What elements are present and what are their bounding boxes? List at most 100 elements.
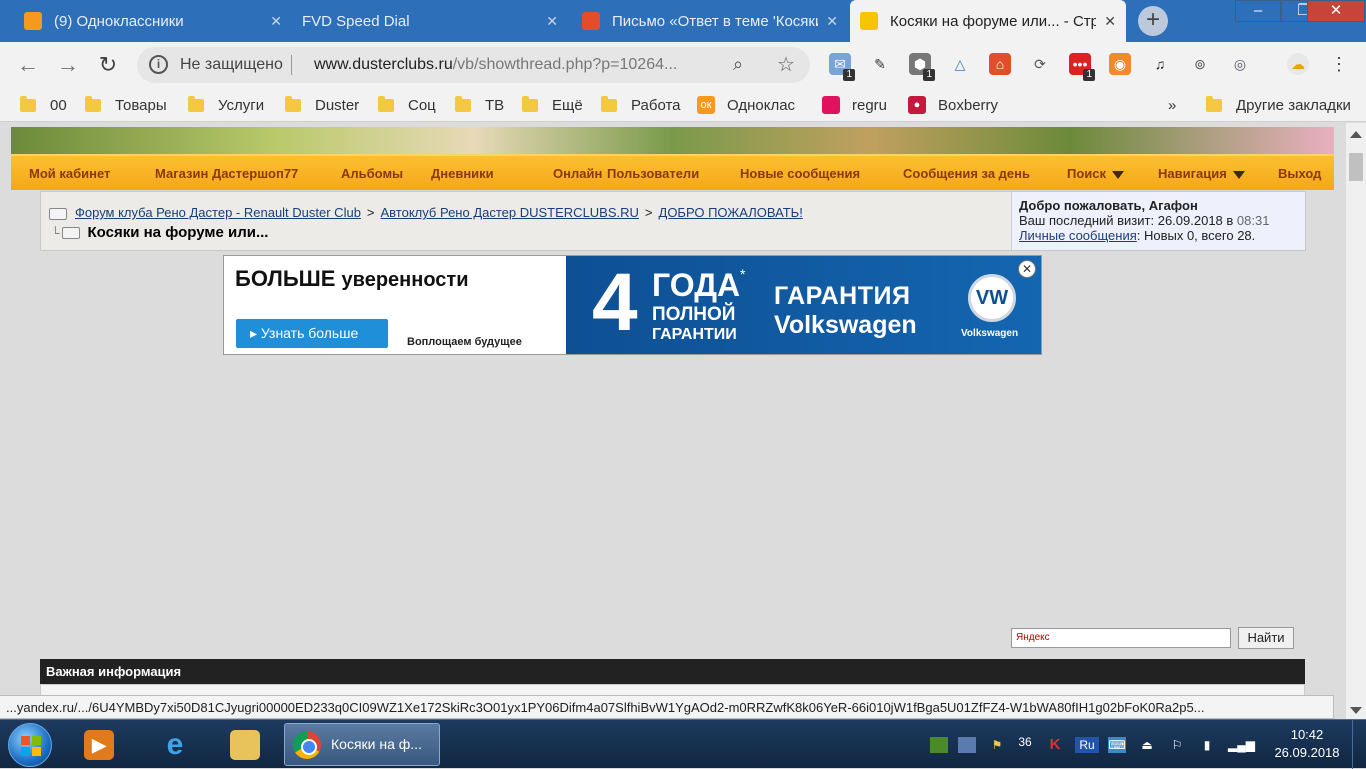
star-icon[interactable]: ☆ — [777, 52, 795, 77]
forum-header-banner — [11, 127, 1334, 157]
usb-icon[interactable]: ⏏ — [1138, 737, 1156, 753]
nav-logout[interactable]: Выход — [1278, 166, 1321, 181]
other-bookmarks[interactable]: Другие закладки — [1206, 95, 1351, 115]
folder-icon — [20, 95, 36, 112]
shield-extension-icon[interactable]: ⬢ 1 — [909, 53, 935, 81]
tab-odnoklassniki[interactable]: (9) Одноклассники ✕ — [14, 0, 292, 42]
keyboard-icon[interactable]: ⌨ — [1108, 737, 1126, 753]
taskbar-media-player[interactable]: ▶ — [72, 724, 128, 765]
nav-my-cabinet[interactable]: Мой кабинет — [29, 166, 110, 181]
yandex-search-button[interactable]: Найти — [1238, 627, 1294, 649]
address-bar[interactable]: i Не защищено www.dusterclubs.ru/vb/show… — [137, 47, 810, 83]
close-icon[interactable]: ✕ — [1104, 13, 1116, 30]
yandex-search-input[interactable]: Яндекс — [1011, 628, 1231, 648]
rss-extension-icon[interactable]: ◉ — [1109, 53, 1131, 75]
info-icon[interactable]: i — [149, 55, 168, 74]
private-messages-link[interactable]: Личные сообщения — [1019, 228, 1137, 243]
breadcrumb-link-autoclub[interactable]: Автоклуб Рено Дастер DUSTERCLUBS.RU — [381, 205, 639, 220]
show-desktop-button[interactable] — [1352, 720, 1366, 769]
new-tab-button[interactable]: + — [1138, 6, 1168, 36]
bookmark-folder-soc[interactable]: Соц — [378, 95, 436, 115]
dots-extension-icon[interactable]: ••• 1 — [1069, 53, 1095, 81]
nav-online[interactable]: Онлайн — [553, 166, 602, 181]
signal-icon[interactable]: ▂▄▆ — [1228, 737, 1255, 753]
volkswagen-ad-banner[interactable]: БОЛЬШЕ уверенности ▸ Узнать больше Вопло… — [223, 255, 1042, 355]
nav-shop[interactable]: Магазин Дастершоп77 — [155, 166, 298, 181]
language-indicator[interactable]: Ru — [1075, 737, 1099, 753]
sync-extension-icon[interactable]: ⟳ — [1029, 53, 1051, 75]
bookmark-regru[interactable]: regru — [822, 95, 887, 115]
bookmark-folder-uslugi[interactable]: Услуги — [188, 95, 264, 115]
omnibox-separator — [291, 55, 292, 75]
bookmark-label: Duster — [315, 96, 360, 114]
home-extension-icon[interactable]: ⌂ — [989, 53, 1011, 75]
tab-forum-active[interactable]: Косяки на форуме или... - Стр ✕ — [850, 0, 1126, 42]
breadcrumb-link-welcome[interactable]: ДОБРО ПОЖАЛОВАТЬ! — [659, 205, 803, 220]
feather-extension-icon[interactable]: ✎ — [869, 53, 891, 75]
back-button[interactable]: ← — [14, 51, 42, 79]
bookmark-boxberry[interactable]: ● Boxberry — [908, 95, 998, 115]
folder-icon — [49, 207, 67, 220]
breadcrumb-separator: > — [644, 205, 653, 220]
nav-new-posts[interactable]: Новые сообщения — [740, 166, 860, 181]
kaspersky-icon[interactable]: K — [1046, 737, 1064, 753]
mail-extension-icon[interactable]: ✉ 1 — [829, 53, 855, 81]
nav-users[interactable]: Пользователи — [607, 166, 699, 181]
system-clock[interactable]: 10:42 26.09.2018 — [1268, 726, 1346, 762]
profile-avatar[interactable]: ☁ — [1287, 53, 1309, 75]
bookmark-folder-duster[interactable]: Duster — [285, 95, 359, 115]
scroll-down-icon[interactable] — [1350, 707, 1362, 714]
folder-icon — [601, 95, 617, 112]
breadcrumb-link-forum[interactable]: Форум клуба Рено Дастер - Renault Duster… — [75, 205, 361, 220]
tray-counter[interactable]: 36 — [1015, 734, 1035, 750]
close-icon[interactable]: ✕ — [546, 13, 558, 30]
security-label[interactable]: Не защищено — [180, 56, 283, 74]
page-scrollbar[interactable] — [1346, 123, 1366, 719]
nav-navigation[interactable]: Навигация — [1158, 166, 1245, 181]
scroll-up-icon[interactable] — [1350, 131, 1362, 138]
triangle-extension-icon[interactable]: △ — [949, 53, 971, 75]
battery-icon[interactable]: ▮ — [1198, 737, 1216, 753]
taskbar-explorer[interactable] — [218, 724, 274, 765]
breadcrumb: Форум клуба Рено Дастер - Renault Duster… — [49, 205, 803, 220]
url-host: www.dusterclubs.ru — [314, 56, 453, 73]
close-window-button[interactable]: ✕ — [1307, 0, 1365, 22]
eye-extension-icon[interactable]: ◎ — [1229, 53, 1251, 75]
tab-fvd-speed-dial[interactable]: FVD Speed Dial ✕ — [292, 0, 568, 42]
taskbar-internet-explorer[interactable]: e — [148, 724, 204, 765]
nav-albums[interactable]: Альбомы — [341, 166, 403, 181]
close-icon[interactable]: ✕ — [270, 13, 282, 30]
bookmark-folder-tv[interactable]: ТВ — [455, 95, 504, 115]
bookmark-odnoklassniki[interactable]: ок Одноклас — [697, 95, 795, 115]
close-icon[interactable]: ✕ — [1018, 260, 1036, 278]
bookmark-folder-eshche[interactable]: Ещё — [522, 95, 583, 115]
reload-button[interactable]: ↻ — [94, 51, 122, 79]
close-icon[interactable]: ✕ — [826, 13, 838, 30]
url-text[interactable]: www.dusterclubs.ru/vb/showthread.php?p=1… — [314, 56, 677, 74]
menu-icon[interactable]: ⋮ — [1328, 53, 1350, 75]
thread-title-text: Косяки на форуме или... — [87, 224, 269, 241]
bookmark-folder-00[interactable]: 00 — [20, 95, 67, 115]
scroll-thumb[interactable] — [1349, 153, 1363, 181]
nav-search[interactable]: Поиск — [1067, 166, 1125, 181]
bookmark-folder-tovary[interactable]: Товары — [85, 95, 167, 115]
minimize-button[interactable]: – — [1235, 0, 1281, 22]
browser-toolbar: ← → ↻ i Не защищено www.dusterclubs.ru/v… — [0, 42, 1366, 88]
flag-icon[interactable]: ⚐ — [1168, 737, 1186, 753]
network-share-icon[interactable] — [958, 737, 976, 753]
update-icon[interactable]: ⚑ — [988, 737, 1006, 753]
bookmarks-overflow-button[interactable]: » — [1168, 95, 1176, 115]
nvidia-icon[interactable] — [930, 737, 948, 753]
tab-mail[interactable]: Письмо «Ответ в теме 'Косяки ✕ — [572, 0, 848, 42]
nav-navigation-label: Навигация — [1158, 166, 1227, 181]
bookmark-folder-rabota[interactable]: Работа — [601, 95, 681, 115]
taskbar-chrome-active[interactable]: Косяки на ф... — [284, 723, 440, 766]
nav-today-posts[interactable]: Сообщения за день — [903, 166, 1030, 181]
swirl-extension-icon[interactable]: ⊚ — [1189, 53, 1211, 75]
forward-button[interactable]: → — [54, 51, 82, 79]
music-extension-icon[interactable]: ♫ — [1149, 53, 1171, 75]
start-button[interactable] — [8, 723, 52, 767]
search-icon[interactable]: ⌕ — [733, 54, 743, 75]
nav-diaries[interactable]: Дневники — [431, 166, 494, 181]
ad-learn-more-button[interactable]: ▸ Узнать больше — [236, 319, 388, 348]
